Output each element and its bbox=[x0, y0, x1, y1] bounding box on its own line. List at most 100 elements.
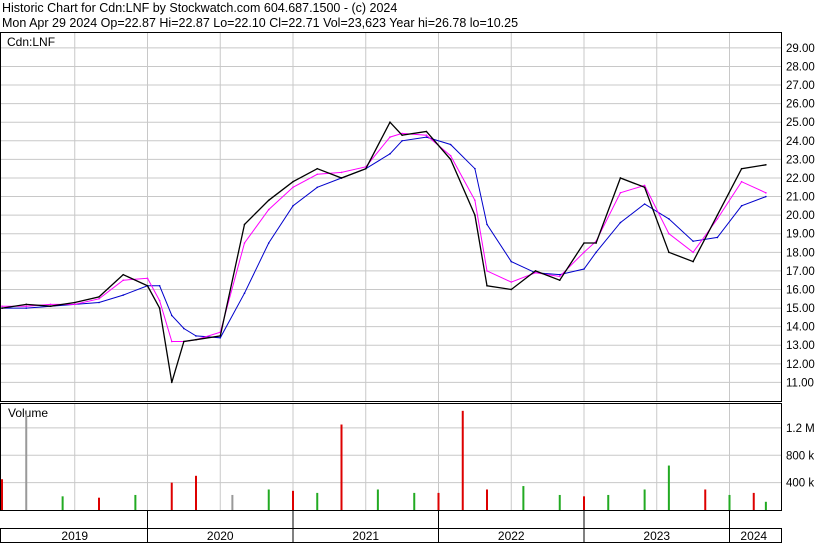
point-ma-long bbox=[425, 136, 428, 138]
year-axis: 2019 2020 2021 2022 2023 2024 bbox=[61, 511, 767, 543]
point-ma-long bbox=[668, 218, 670, 220]
volume-bar bbox=[437, 492, 440, 510]
price-tick-label: 24.00 bbox=[786, 136, 815, 148]
point-ma-short bbox=[340, 171, 343, 174]
price-grid bbox=[1, 33, 781, 401]
volume-bar bbox=[340, 424, 343, 510]
point-ma-short bbox=[692, 251, 694, 254]
point-ma-long bbox=[510, 260, 513, 263]
volume-bar bbox=[267, 489, 270, 510]
point-price bbox=[195, 338, 197, 341]
point-ma-long bbox=[619, 221, 622, 224]
price-panel-frame bbox=[0, 32, 782, 402]
point-price bbox=[643, 186, 646, 189]
point-ma-long bbox=[316, 186, 319, 189]
point-ma-long bbox=[583, 268, 585, 270]
point-ma-short bbox=[534, 271, 537, 274]
point-price bbox=[619, 177, 622, 179]
point-price bbox=[740, 167, 743, 170]
point-ma-short bbox=[158, 299, 161, 302]
volume-bar bbox=[764, 501, 767, 510]
volume-title: Volume bbox=[8, 406, 48, 420]
point-price bbox=[765, 163, 767, 166]
price-tick-label: 22.00 bbox=[786, 173, 815, 185]
point-ma-long bbox=[449, 143, 452, 146]
point-price bbox=[73, 301, 76, 304]
price-tick-label: 17.00 bbox=[786, 266, 815, 278]
point-ma-short bbox=[122, 279, 125, 281]
point-ma-long bbox=[243, 292, 246, 295]
point-price bbox=[692, 260, 694, 263]
point-ma-long bbox=[195, 335, 197, 337]
volume-grid bbox=[1, 404, 781, 510]
point-ma-short bbox=[267, 208, 270, 211]
year-label: 2021 bbox=[352, 529, 379, 543]
price-tick-label: 13.00 bbox=[786, 340, 815, 352]
point-ma-short bbox=[643, 184, 646, 187]
point-price bbox=[25, 303, 28, 306]
point-ma-long bbox=[183, 327, 185, 330]
point-ma-short bbox=[619, 192, 622, 194]
point-ma-short bbox=[316, 173, 319, 176]
volume-bar bbox=[170, 482, 173, 510]
point-ma-short bbox=[474, 199, 476, 202]
year-label: 2024 bbox=[740, 529, 767, 543]
price-tick-label: 11.00 bbox=[786, 377, 814, 389]
volume-bar bbox=[134, 494, 137, 510]
volume-bar bbox=[704, 489, 707, 510]
point-ma-short bbox=[740, 180, 743, 183]
point-ma-long bbox=[595, 251, 597, 254]
volume-bar bbox=[461, 410, 464, 510]
point-ma-short bbox=[668, 232, 670, 235]
point-ma-short bbox=[1, 305, 3, 308]
volume-bar bbox=[25, 414, 28, 510]
price-tick-label: 21.00 bbox=[786, 192, 815, 204]
volume-bar bbox=[413, 492, 416, 510]
point-ma-short bbox=[25, 305, 28, 308]
volume-bar bbox=[643, 489, 646, 510]
point-price bbox=[98, 296, 100, 298]
point-ma-long bbox=[716, 236, 719, 239]
point-price bbox=[49, 305, 52, 308]
point-price bbox=[364, 167, 367, 170]
price-tick-label: 18.00 bbox=[786, 247, 815, 259]
point-price bbox=[449, 158, 452, 161]
volume-tick-label: 400 k bbox=[786, 478, 814, 490]
symbol-label: Cdn:LNF bbox=[7, 35, 55, 49]
point-ma-long bbox=[25, 307, 28, 309]
price-tick-label: 16.00 bbox=[786, 284, 815, 296]
point-ma-long bbox=[122, 294, 125, 296]
point-ma-short bbox=[389, 136, 391, 138]
price-tick-label: 20.00 bbox=[786, 210, 815, 222]
stock-chart: 11.00 12.00 13.00 14.00 15.00 16.00 17.00 18.00… bbox=[0, 32, 815, 543]
point-price bbox=[595, 242, 597, 244]
series-ma-short bbox=[2, 132, 767, 342]
point-ma-short bbox=[98, 297, 100, 300]
volume-bars bbox=[1, 410, 767, 510]
point-price bbox=[474, 214, 476, 216]
point-ma-long bbox=[740, 205, 743, 207]
point-price bbox=[558, 279, 561, 281]
point-ma-short bbox=[486, 270, 488, 272]
point-ma-long bbox=[219, 337, 222, 339]
price-tick-label: 28.00 bbox=[786, 61, 815, 73]
point-price bbox=[534, 270, 537, 272]
price-tick-label: 14.00 bbox=[786, 322, 815, 334]
point-price bbox=[122, 273, 125, 276]
volume-bar bbox=[486, 489, 488, 510]
point-ma-long bbox=[765, 195, 767, 198]
point-ma-short bbox=[146, 277, 149, 280]
point-price bbox=[340, 177, 343, 179]
volume-bar bbox=[1, 479, 3, 510]
point-ma-long bbox=[643, 203, 646, 205]
volume-tick-label: 800 k bbox=[786, 450, 814, 462]
point-ma-short bbox=[49, 303, 52, 306]
point-price bbox=[243, 223, 246, 226]
price-tick-label: 19.00 bbox=[786, 229, 815, 241]
volume-axis: 400 k 800 k 1.2 M bbox=[786, 423, 815, 490]
point-ma-short bbox=[292, 186, 294, 189]
volume-bar bbox=[752, 492, 755, 510]
point-price bbox=[583, 242, 585, 244]
volume-bar bbox=[316, 492, 319, 510]
point-ma-short bbox=[170, 340, 173, 343]
